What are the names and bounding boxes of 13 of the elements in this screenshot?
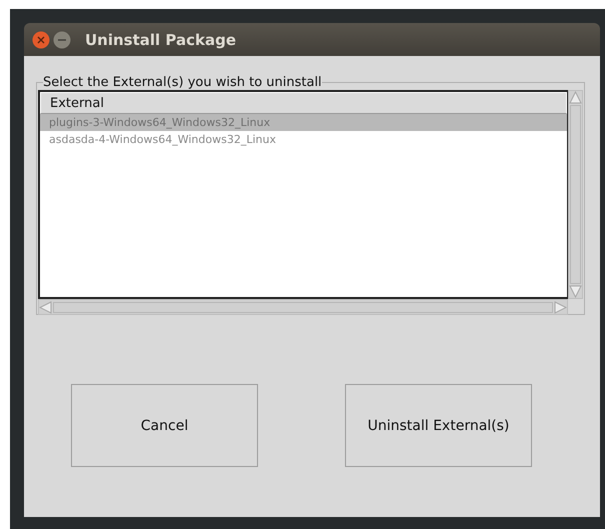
column-header[interactable]: External [41,96,104,110]
up-arrow-icon[interactable] [569,91,582,104]
right-arrow-icon[interactable] [554,300,567,314]
group-label: Select the External(s) you wish to uninstall [43,75,322,90]
down-arrow-icon[interactable] [569,285,582,298]
close-icon[interactable] [32,30,50,48]
vertical-scrollbar[interactable] [568,90,583,299]
horizontal-scrollbar[interactable] [38,299,568,315]
window-title: Uninstall Package [85,30,236,48]
dialog-button[interactable]: Uninstall External(s) [345,384,532,467]
left-arrow-icon[interactable] [39,300,52,314]
minimize-icon[interactable] [53,30,71,48]
dialog-button[interactable]: Cancel [71,384,258,467]
